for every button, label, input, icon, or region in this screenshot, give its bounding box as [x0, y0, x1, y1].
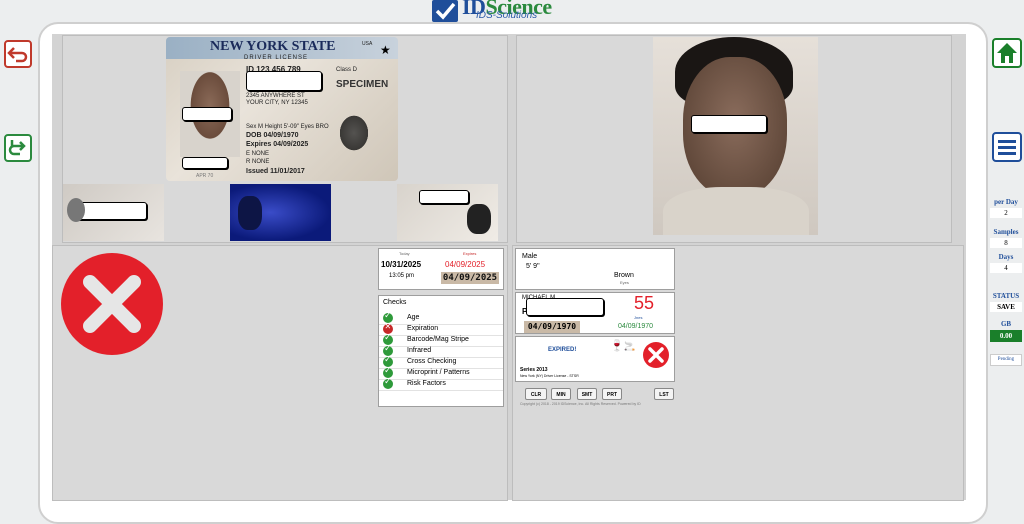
person-dob-green: 04/09/1970	[618, 323, 654, 330]
days-stat: Days 4	[990, 253, 1022, 273]
per-day-value: 2	[990, 208, 1022, 218]
tobacco-icon: 🚬	[624, 341, 636, 351]
copyright: Copyright (c) 2018 - 2019 IDScience, Inc…	[520, 402, 641, 406]
menu-button[interactable]	[992, 132, 1022, 162]
redaction-box	[526, 298, 604, 316]
pending-stat: Pending	[990, 352, 1022, 366]
per-day-stat: per Day 2	[990, 198, 1022, 218]
smt-button[interactable]: SMT	[577, 388, 597, 400]
back-button[interactable]	[4, 40, 32, 68]
gb-stat: GB 0.00	[990, 320, 1022, 342]
name-age-card: MICHAEL M P 04/09/1970 55 Jnes 04/09/197…	[515, 292, 675, 334]
series-label: Series 2013	[520, 367, 548, 373]
license-image[interactable]: NEW YORK STATE USA ★ DRIVER LICENSE ID 1…	[166, 37, 398, 181]
expired-x-icon	[642, 341, 670, 369]
lst-button[interactable]: LST	[654, 388, 674, 400]
per-day-label: per Day	[994, 198, 1018, 206]
status-value[interactable]: SAVE	[990, 302, 1022, 312]
expired-text: EXPIRED!	[548, 347, 577, 353]
forward-button[interactable]	[4, 134, 32, 162]
person-eyes: Brown	[614, 272, 634, 279]
today-label: Today	[399, 251, 410, 256]
check-label: Risk Factors	[407, 380, 446, 387]
min-button[interactable]: MIN	[551, 388, 571, 400]
check-label: Barcode/Mag Stripe	[407, 336, 469, 343]
star-icon: ★	[380, 43, 391, 57]
gb-label: GB	[1000, 320, 1012, 328]
redaction-box	[182, 107, 232, 121]
redaction-box	[246, 71, 322, 91]
thumbnail-visible[interactable]	[63, 184, 164, 241]
license-issued: Issued 11/01/2017	[246, 168, 305, 175]
samples-stat: Samples 8	[990, 228, 1022, 248]
license-sex-line: Sex M Height 5'-09" Eyes BRO	[246, 124, 329, 130]
prt-button[interactable]: PRT	[602, 388, 622, 400]
person-dob-box: 04/09/1970	[524, 321, 580, 333]
status-stat: STATUS SAVE	[990, 292, 1022, 312]
person-height: 5' 9"	[526, 263, 540, 270]
license-class: Class D	[336, 67, 358, 73]
redaction-box	[182, 157, 228, 169]
check-label: Expiration	[407, 325, 439, 332]
thumbnail-infrared[interactable]	[397, 184, 498, 241]
check-label: Infrared	[407, 347, 432, 354]
thumbnail-uv[interactable]	[230, 184, 331, 241]
check-label: Age	[407, 314, 420, 321]
expires-date: 04/09/2025	[445, 260, 486, 269]
license-doc-type: DRIVER LICENSE	[244, 55, 309, 61]
redo-arrow-icon	[8, 140, 26, 156]
series-desc: New York (NY) Driver License - STSR	[520, 374, 579, 378]
license-usa: USA	[362, 41, 373, 47]
expires-label: Expires	[463, 251, 477, 256]
license-expires: Expires 04/09/2025	[246, 141, 309, 148]
home-icon	[997, 43, 1017, 63]
scan-time: 13:05 pm	[389, 273, 415, 279]
logo-check-icon	[432, 0, 458, 22]
logo-subtitle: IDS-Solutions	[476, 10, 538, 21]
checks-card: Checks Age Expiration Barcode/Mag Stripe In…	[378, 295, 504, 407]
today-date: 10/31/2025	[381, 260, 422, 269]
expired-card: EXPIRED! 🍷 🚬 Series 2013 New York (NY) D…	[515, 336, 675, 382]
home-button[interactable]	[992, 38, 1022, 68]
person-age: 55	[634, 293, 655, 313]
pending-button[interactable]: Pending	[990, 354, 1022, 366]
license-ghost-image	[336, 111, 372, 155]
alcohol-icon: 🍷	[610, 340, 624, 352]
license-address1: 2345 ANYWHERE ST	[246, 93, 305, 99]
license-specimen: SPECIMEN	[336, 79, 389, 90]
redaction-box	[691, 115, 767, 133]
check-row: Risk Factors	[379, 377, 503, 391]
age-label: Jnes	[634, 315, 643, 320]
fail-x-icon	[60, 252, 164, 356]
days-label: Days	[998, 253, 1014, 261]
clr-button[interactable]: CLR	[525, 388, 547, 400]
date-card: Today Expires 10/31/2025 04/09/2025 13:0…	[378, 248, 504, 290]
license-endorse: E NONE	[246, 151, 270, 157]
undo-arrow-icon	[7, 47, 28, 63]
samples-value: 8	[990, 238, 1022, 248]
person-sex: Male	[522, 253, 538, 260]
portrait-image[interactable]	[653, 37, 818, 235]
license-under: APR 70	[196, 173, 214, 179]
person-card: Male 5' 9" Brown Eyes	[515, 248, 675, 290]
check-label: Microprint / Patterns	[407, 369, 470, 376]
checks-title: Checks	[383, 299, 407, 306]
app-logo: IDScience IDS-Solutions	[432, 0, 592, 22]
check-label: Cross Checking	[407, 358, 457, 365]
license-address2: YOUR CITY, NY 12345	[246, 100, 308, 106]
barcode-exp-date: 04/09/2025	[441, 272, 499, 284]
days-value: 4	[990, 263, 1022, 273]
eyes-label: Eyes	[620, 280, 629, 285]
license-restrict: R NONE	[246, 159, 270, 165]
hamburger-menu-icon	[998, 140, 1016, 155]
license-dob: DOB 04/09/1970	[246, 132, 299, 139]
status-label: STATUS	[992, 292, 1020, 300]
license-state: NEW YORK STATE	[210, 39, 336, 54]
check-pass-icon	[383, 377, 393, 389]
gb-value: 0.00	[990, 330, 1022, 342]
samples-label: Samples	[993, 228, 1019, 236]
